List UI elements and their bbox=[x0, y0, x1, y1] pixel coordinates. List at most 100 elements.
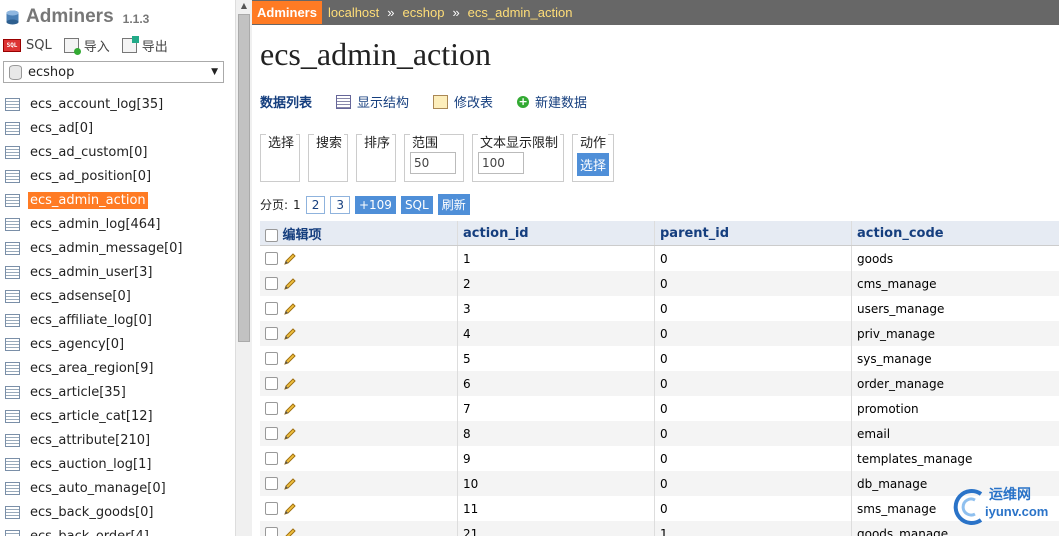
alter-table-link[interactable]: 修改表 bbox=[433, 92, 493, 111]
table-icon[interactable] bbox=[5, 241, 20, 255]
sidebar-table-item[interactable]: ecs_ad_position[0] bbox=[3, 164, 185, 188]
edit-pencil-icon[interactable] bbox=[283, 402, 297, 416]
table-icon[interactable] bbox=[5, 313, 20, 327]
more-pages-button[interactable]: +109 bbox=[354, 195, 396, 214]
table-icon[interactable] bbox=[5, 409, 20, 423]
sidebar-table-item[interactable]: ecs_article[35] bbox=[3, 380, 185, 404]
edit-pencil-icon[interactable] bbox=[283, 377, 297, 391]
table-icon[interactable] bbox=[5, 289, 20, 303]
row-checkbox[interactable] bbox=[265, 377, 278, 391]
sidebar-table-label[interactable]: ecs_agency[0] bbox=[28, 336, 126, 353]
table-icon[interactable] bbox=[5, 193, 20, 207]
sidebar-table-label[interactable]: ecs_ad[0] bbox=[28, 120, 95, 137]
breadcrumb-database[interactable]: ecshop bbox=[403, 5, 445, 20]
row-checkbox[interactable] bbox=[265, 327, 278, 341]
sidebar-scrollbar[interactable]: ▲ bbox=[235, 0, 252, 536]
sidebar-table-item[interactable]: ecs_auto_manage[0] bbox=[3, 476, 185, 500]
edit-pencil-icon[interactable] bbox=[283, 477, 297, 491]
edit-pencil-icon[interactable] bbox=[283, 352, 297, 366]
column-header-action-code[interactable]: action_code bbox=[851, 221, 1059, 246]
page-link[interactable]: 2 bbox=[305, 195, 326, 214]
row-checkbox[interactable] bbox=[265, 277, 278, 291]
scroll-up-icon[interactable]: ▲ bbox=[236, 0, 252, 12]
data-list-link[interactable]: 数据列表 bbox=[260, 92, 312, 111]
sidebar-table-item[interactable]: ecs_back_order[4] bbox=[3, 524, 185, 536]
table-icon[interactable] bbox=[5, 217, 20, 231]
sidebar-table-label[interactable]: ecs_affiliate_log[0] bbox=[28, 312, 154, 329]
sql-button[interactable]: SQL bbox=[400, 195, 433, 214]
table-icon[interactable] bbox=[5, 337, 20, 351]
row-checkbox[interactable] bbox=[265, 252, 278, 266]
edit-pencil-icon[interactable] bbox=[283, 327, 297, 341]
sidebar-table-label[interactable]: ecs_article_cat[12] bbox=[28, 408, 155, 425]
sidebar-table-label[interactable]: ecs_back_goods[0] bbox=[28, 504, 155, 521]
sidebar-table-item[interactable]: ecs_affiliate_log[0] bbox=[3, 308, 185, 332]
edit-pencil-icon[interactable] bbox=[283, 452, 297, 466]
sidebar-table-label[interactable]: ecs_account_log[35] bbox=[28, 96, 165, 113]
sidebar-table-item[interactable]: ecs_back_goods[0] bbox=[3, 500, 185, 524]
sidebar-table-item[interactable]: ecs_account_log[35] bbox=[3, 92, 185, 116]
sidebar-table-label[interactable]: ecs_adsense[0] bbox=[28, 288, 133, 305]
table-icon[interactable] bbox=[5, 97, 20, 111]
sidebar-table-item[interactable]: ecs_admin_log[464] bbox=[3, 212, 185, 236]
sidebar-table-label[interactable]: ecs_auction_log[1] bbox=[28, 456, 153, 473]
database-select[interactable]: ecshop ▼ bbox=[3, 61, 224, 83]
table-icon[interactable] bbox=[5, 121, 20, 135]
edit-pencil-icon[interactable] bbox=[283, 252, 297, 266]
sql-command-link[interactable]: SQL SQL bbox=[3, 36, 52, 55]
row-checkbox[interactable] bbox=[265, 402, 278, 416]
table-icon[interactable] bbox=[5, 505, 20, 519]
sidebar-table-label[interactable]: ecs_ad_position[0] bbox=[28, 168, 153, 185]
sidebar-table-label[interactable]: ecs_admin_log[464] bbox=[28, 216, 162, 233]
table-icon[interactable] bbox=[5, 145, 20, 159]
sidebar-table-label[interactable]: ecs_admin_message[0] bbox=[28, 240, 185, 257]
row-checkbox[interactable] bbox=[265, 427, 278, 441]
select-all-checkbox[interactable] bbox=[265, 228, 278, 242]
sidebar-table-item[interactable]: ecs_ad[0] bbox=[3, 116, 185, 140]
table-icon[interactable] bbox=[5, 385, 20, 399]
column-header-parent-id[interactable]: parent_id bbox=[654, 221, 852, 246]
row-checkbox[interactable] bbox=[265, 302, 278, 316]
page-link[interactable]: 3 bbox=[330, 195, 350, 214]
select-action-button[interactable]: 选择 bbox=[577, 153, 610, 176]
breadcrumb-home[interactable]: Adminers bbox=[252, 1, 322, 24]
edit-pencil-icon[interactable] bbox=[283, 277, 297, 291]
table-icon[interactable] bbox=[5, 457, 20, 471]
sidebar-table-item[interactable]: ecs_attribute[210] bbox=[3, 428, 185, 452]
select-fieldset[interactable]: 选择 bbox=[260, 132, 300, 182]
table-icon[interactable] bbox=[5, 361, 20, 375]
sidebar-table-label[interactable]: ecs_admin_user[3] bbox=[28, 264, 154, 281]
breadcrumb-server[interactable]: localhost bbox=[328, 5, 379, 20]
limit-input[interactable] bbox=[410, 152, 456, 174]
sidebar-table-item[interactable]: ecs_area_region[9] bbox=[3, 356, 185, 380]
select-legend[interactable]: 选择 bbox=[266, 132, 297, 151]
sidebar-table-item[interactable]: ecs_admin_action bbox=[3, 188, 185, 212]
app-name[interactable]: Adminers bbox=[26, 6, 114, 28]
import-link[interactable]: 导入 bbox=[63, 36, 110, 55]
sort-fieldset[interactable]: 排序 bbox=[356, 132, 396, 182]
row-checkbox[interactable] bbox=[265, 502, 278, 516]
sidebar-table-item[interactable]: ecs_admin_message[0] bbox=[3, 236, 185, 260]
scrollbar-thumb[interactable] bbox=[238, 14, 250, 342]
new-item-link[interactable]: + 新建数据 bbox=[517, 92, 587, 111]
sidebar-table-label[interactable]: ecs_back_order[4] bbox=[28, 528, 151, 536]
export-link[interactable]: 导出 bbox=[121, 36, 168, 55]
edit-pencil-icon[interactable] bbox=[283, 502, 297, 516]
row-checkbox[interactable] bbox=[265, 452, 278, 466]
sidebar-table-label[interactable]: ecs_auto_manage[0] bbox=[28, 480, 168, 497]
text-length-input[interactable] bbox=[478, 152, 524, 174]
sidebar-table-item[interactable]: ecs_admin_user[3] bbox=[3, 260, 185, 284]
sidebar-table-item[interactable]: ecs_auction_log[1] bbox=[3, 452, 185, 476]
sort-legend[interactable]: 排序 bbox=[362, 132, 393, 151]
sidebar-table-item[interactable]: ecs_ad_custom[0] bbox=[3, 140, 185, 164]
table-icon[interactable] bbox=[5, 481, 20, 495]
sidebar-table-label[interactable]: ecs_attribute[210] bbox=[28, 432, 152, 449]
edit-pencil-icon[interactable] bbox=[283, 302, 297, 316]
edit-pencil-icon[interactable] bbox=[283, 427, 297, 441]
row-checkbox[interactable] bbox=[265, 527, 278, 536]
edit-pencil-icon[interactable] bbox=[283, 527, 297, 536]
sidebar-table-label[interactable]: ecs_article[35] bbox=[28, 384, 128, 401]
sidebar-table-item[interactable]: ecs_article_cat[12] bbox=[3, 404, 185, 428]
sidebar-table-item[interactable]: ecs_agency[0] bbox=[3, 332, 185, 356]
sidebar-table-item[interactable]: ecs_adsense[0] bbox=[3, 284, 185, 308]
